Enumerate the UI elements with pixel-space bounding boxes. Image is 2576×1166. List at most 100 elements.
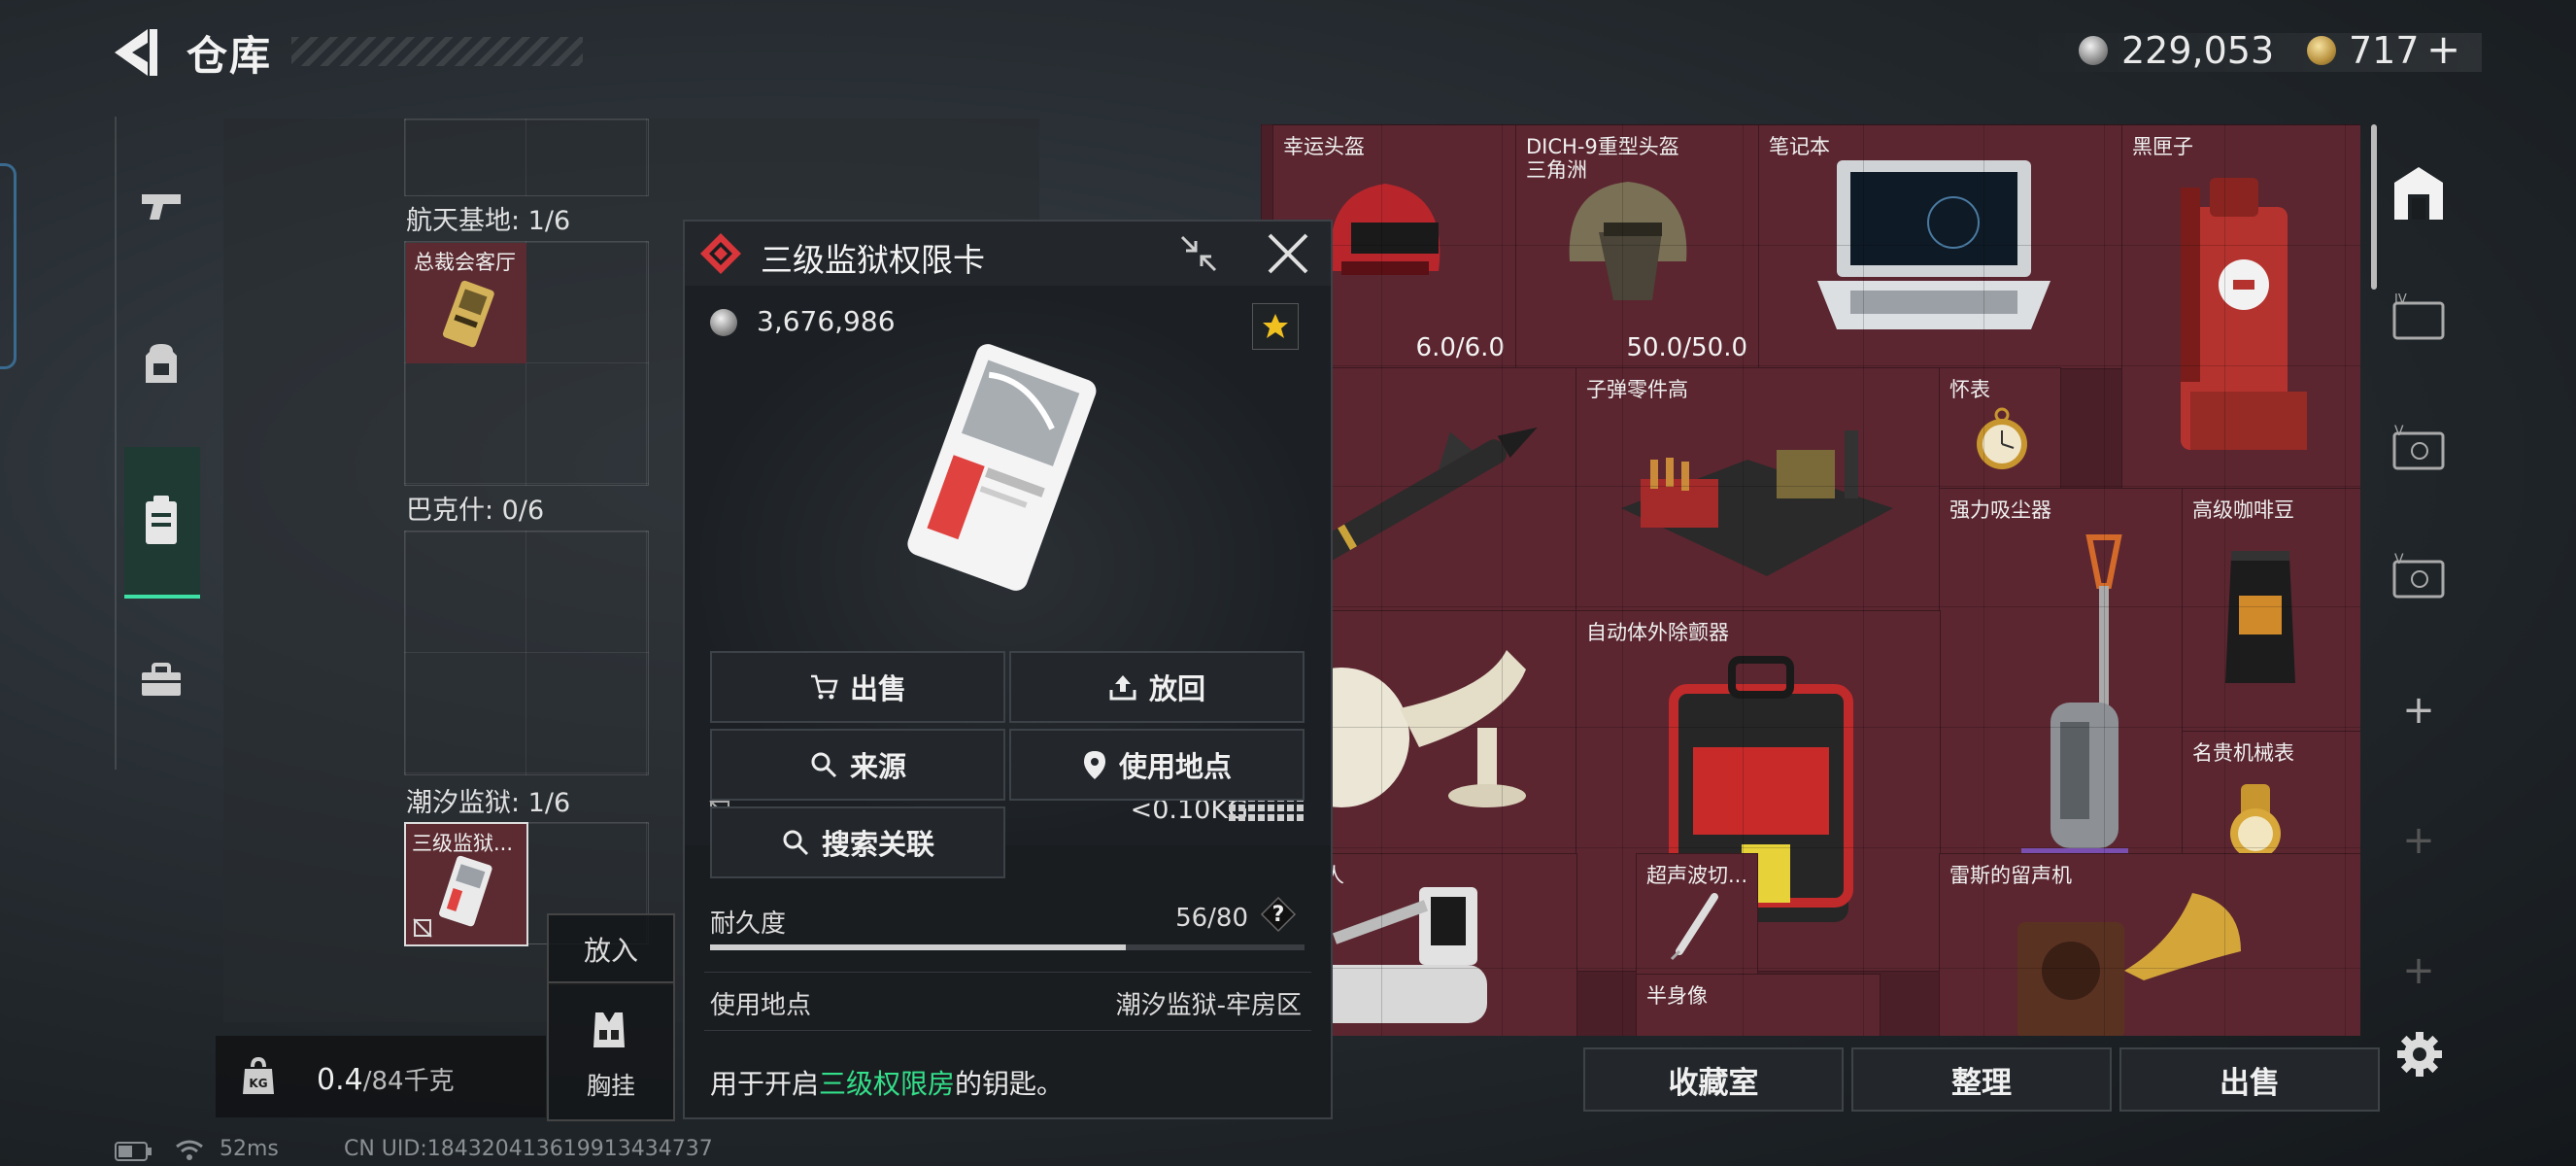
back-button[interactable] bbox=[107, 25, 165, 80]
gun-icon bbox=[142, 194, 181, 220]
source-label: 来源 bbox=[849, 750, 906, 783]
storage-item[interactable]: DICH-9重型头盔 三角洲 50.0/50.0 bbox=[1515, 124, 1760, 369]
help-glyph: ? bbox=[1271, 902, 1285, 927]
sell-button[interactable]: 出售 bbox=[710, 651, 1005, 723]
storage-item[interactable]: 黑匣子 bbox=[2121, 124, 2360, 490]
description-highlight: 三级权限房 bbox=[819, 1068, 956, 1100]
item-durability: 6.0/6.0 bbox=[1415, 333, 1505, 362]
group-label-bakhsh: 巴克什: 0/6 bbox=[406, 496, 545, 526]
key-slot-grid bbox=[404, 531, 649, 775]
key-slot[interactable]: 总裁会客厅 bbox=[406, 243, 526, 363]
return-button[interactable]: 放回 bbox=[1009, 651, 1305, 723]
rail-add-slot[interactable]: + bbox=[2385, 937, 2453, 1005]
battery-icon bbox=[115, 1142, 152, 1161]
prison-keycard-image bbox=[907, 344, 1097, 591]
silver-balance: 229,053 bbox=[2121, 29, 2275, 72]
gold-coin-icon bbox=[2307, 36, 2336, 65]
nav-item-key-case[interactable] bbox=[115, 449, 208, 593]
item-title: 三级监狱权限卡 bbox=[761, 241, 985, 279]
add-gold-button[interactable]: + bbox=[2426, 25, 2460, 73]
title-decoration bbox=[291, 37, 583, 66]
search-related-label: 搜索关联 bbox=[821, 828, 934, 861]
gramophone-icon bbox=[2017, 893, 2241, 1036]
use-location-row-value: 潮汐监狱-牢房区 bbox=[1115, 991, 1302, 1020]
laptop-icon bbox=[1817, 160, 2051, 329]
nav-item-backpack[interactable] bbox=[115, 292, 208, 435]
chest-rig-icon bbox=[593, 1012, 625, 1047]
untradeable-icon bbox=[413, 918, 432, 938]
key-slot-selected[interactable]: 三级监狱... bbox=[404, 822, 528, 946]
storage-item[interactable]: 笔记本 bbox=[1758, 124, 2123, 369]
durability-bar bbox=[710, 944, 1305, 950]
case-v-icon: V bbox=[2392, 424, 2445, 470]
storage-item[interactable]: 自动体外除颤器 bbox=[1576, 610, 1941, 972]
keycard-silver-icon bbox=[439, 855, 492, 927]
nav-item-weapons[interactable] bbox=[115, 134, 208, 278]
popup-header: 三级监狱权限卡 bbox=[685, 222, 1331, 287]
item-durability: 50.0/50.0 bbox=[1626, 333, 1747, 362]
favorite-button[interactable] bbox=[1252, 303, 1299, 350]
weight-capacity: /84千克 bbox=[362, 1067, 455, 1096]
item-detail-popup: 三级监狱权限卡 3,676,986 <0.10KG 出售 放回 来源 使用地点 … bbox=[683, 220, 1333, 1119]
rail-add-slot[interactable]: + bbox=[2385, 676, 2453, 744]
item-name: 自动体外除颤器 bbox=[1586, 621, 1729, 644]
settings-button[interactable] bbox=[2395, 1030, 2444, 1079]
map-pin-icon bbox=[1083, 751, 1105, 779]
backpack-icon bbox=[146, 344, 177, 383]
collapse-icon[interactable] bbox=[1176, 231, 1221, 276]
durability-fill bbox=[710, 944, 1127, 950]
chest-rig-button[interactable]: 胸挂 bbox=[547, 981, 675, 1121]
wifi-icon bbox=[176, 1140, 203, 1160]
rail-item-case-iv[interactable]: IV bbox=[2385, 284, 2453, 352]
tactical-helmet-icon bbox=[1569, 182, 1687, 300]
side-drawer-handle[interactable] bbox=[0, 163, 17, 369]
nav-item-toolbox[interactable] bbox=[115, 608, 208, 752]
coffee-beans-icon bbox=[2225, 551, 2295, 683]
slot-label: 三级监狱... bbox=[412, 832, 514, 855]
case-iv-icon: IV bbox=[2392, 293, 2445, 340]
ultrasonic-cutter-icon bbox=[1670, 893, 1718, 961]
ammo-parts-icon bbox=[1621, 430, 1893, 576]
key-slot-grid bbox=[404, 119, 649, 196]
chest-rig-label: 胸挂 bbox=[586, 1072, 635, 1100]
storage-item[interactable]: 高级咖啡豆 bbox=[2182, 488, 2360, 733]
silver-coin-icon bbox=[2079, 36, 2108, 65]
upload-icon bbox=[1109, 675, 1136, 701]
weight-current: 0.4 bbox=[317, 1063, 363, 1097]
star-icon bbox=[1263, 314, 1288, 338]
use-location-button[interactable]: 使用地点 bbox=[1009, 729, 1305, 801]
sell-all-button[interactable]: 出售 bbox=[2119, 1047, 2380, 1112]
weight-icon: KG bbox=[243, 1057, 274, 1094]
rail-item-case-v[interactable]: V bbox=[2385, 414, 2453, 482]
black-box-icon bbox=[2181, 178, 2307, 450]
rail-scrollbar[interactable] bbox=[2371, 124, 2377, 290]
storage-item[interactable]: 子弹零件高 bbox=[1576, 367, 1941, 612]
item-name: 怀表 bbox=[1949, 378, 1990, 401]
close-icon[interactable] bbox=[1266, 231, 1310, 276]
gear-icon bbox=[2397, 1032, 2442, 1077]
storage-item[interactable]: 怀表 bbox=[1939, 367, 2061, 490]
search-related-button[interactable]: 搜索关联 bbox=[710, 806, 1005, 878]
collection-room-button[interactable]: 收藏室 bbox=[1583, 1047, 1844, 1112]
item-description: 用于开启三级权限房的钥匙。 bbox=[710, 1063, 1064, 1102]
organize-button[interactable]: 整理 bbox=[1851, 1047, 2112, 1112]
item-name: 超声波切... bbox=[1646, 864, 1748, 887]
cart-icon bbox=[810, 674, 838, 700]
keycard-gold-icon bbox=[442, 280, 494, 348]
durability-help-button[interactable]: ? bbox=[1260, 896, 1297, 933]
home-icon bbox=[2394, 167, 2443, 220]
rail-item-case-v2[interactable]: V bbox=[2385, 542, 2453, 610]
rail-item-warehouse[interactable] bbox=[2385, 159, 2453, 227]
slot-label: 总裁会客厅 bbox=[414, 251, 516, 274]
storage-item[interactable]: 超声波切... bbox=[1636, 853, 1758, 976]
storage-item[interactable]: 雷斯的留声机 bbox=[1939, 853, 2360, 1036]
item-name: 半身像 bbox=[1646, 984, 1708, 1008]
put-in-button[interactable]: 放入 bbox=[547, 913, 675, 985]
rail-add-slot[interactable]: + bbox=[2385, 806, 2453, 874]
use-location-label: 使用地点 bbox=[1118, 750, 1232, 783]
source-button[interactable]: 来源 bbox=[710, 729, 1005, 801]
storage-item[interactable]: 半身像 bbox=[1636, 974, 1881, 1036]
storage-grid: 幸运头盔 6.0/6.0 DICH-9重型头盔 三角洲 50.0/50.0 笔记… bbox=[1261, 124, 2360, 1036]
uid-text: CN UID:18432041361991343473​7 bbox=[344, 1137, 713, 1161]
toolbox-icon bbox=[142, 663, 181, 696]
